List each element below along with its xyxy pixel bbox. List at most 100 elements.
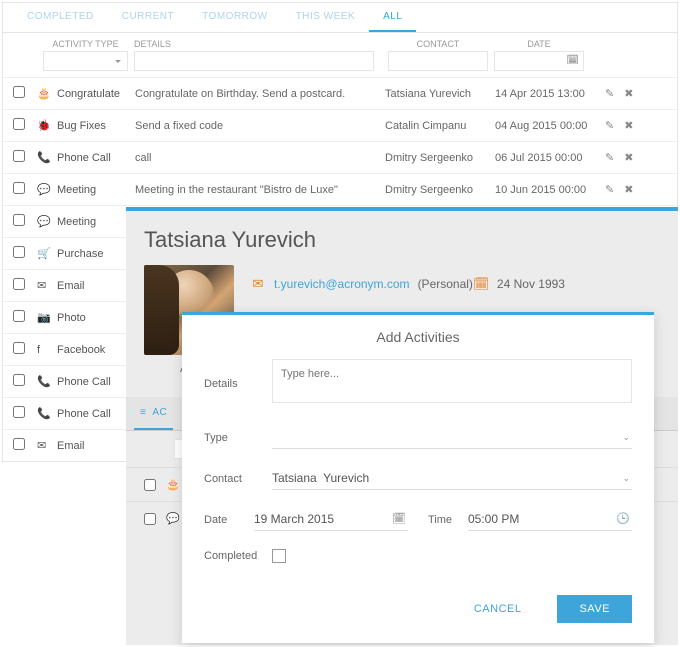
tab-completed[interactable]: COMPLETED [13, 3, 108, 32]
row-date: 04 Aug 2015 00:00 [495, 120, 605, 132]
table-row: 🐞Bug FixesSend a fixed codeCatalin Cimpa… [3, 109, 677, 141]
edit-icon[interactable]: ✎ [605, 119, 614, 132]
subtab-activities[interactable]: ≡ AC [134, 397, 173, 430]
filter-label-type: ACTIVITY TYPE [43, 39, 128, 49]
row-checkbox[interactable] [13, 118, 25, 130]
contact-select[interactable] [272, 467, 632, 490]
contact-email-link[interactable]: t.yurevich@acronym.com [274, 277, 410, 291]
modal-title: Add Activities [182, 315, 654, 359]
row-type: Phone Call [57, 152, 135, 164]
label-details: Details [204, 378, 272, 390]
row-type: Phone Call [57, 408, 135, 420]
row-details: Send a fixed code [135, 120, 385, 132]
tab-thisweek[interactable]: THIS WEEK [282, 3, 370, 32]
filter-input-date[interactable]: 🗓 [494, 51, 584, 71]
calendar-icon[interactable]: 🗓 [392, 512, 406, 525]
cancel-button[interactable]: CANCEL [452, 595, 544, 623]
details-textarea[interactable] [272, 359, 632, 403]
chat-icon: 💬 [37, 183, 57, 196]
row-checkbox[interactable] [13, 438, 25, 450]
phone-icon: 📞 [37, 375, 57, 388]
row-contact: Dmitry Sergeenko [385, 184, 495, 196]
row-checkbox[interactable] [13, 310, 25, 322]
facebook-icon: f [37, 344, 57, 356]
clock-icon[interactable]: 🕒 [616, 512, 630, 525]
email-type: (Personal) [418, 277, 473, 291]
filter-input-type[interactable] [43, 51, 128, 71]
row-type: Facebook [57, 344, 135, 356]
edit-icon[interactable]: ✎ [605, 87, 614, 100]
row-type: Phone Call [57, 376, 135, 388]
row-checkbox[interactable] [13, 182, 25, 194]
row-checkbox[interactable] [144, 513, 156, 525]
row-contact: Catalin Cimpanu [385, 120, 495, 132]
filter-label-details: DETAILS [134, 39, 374, 49]
row-date: 06 Jul 2015 00:00 [495, 152, 605, 164]
row-type: Email [57, 280, 135, 292]
row-checkbox[interactable] [13, 246, 25, 258]
row-details: call [135, 152, 385, 164]
row-details: Meeting in the restaurant "Bistro de Lux… [135, 184, 385, 196]
contact-email: ✉ t.yurevich@acronym.com (Personal) [250, 265, 473, 304]
birthday-value: 24 Nov 1993 [497, 277, 565, 291]
table-row: 📞Phone CallcallDmitry Sergeenko06 Jul 20… [3, 141, 677, 173]
row-date: 14 Apr 2015 13:00 [495, 88, 605, 100]
table-row: 🎂CongratulateCongratulate on Birthday. S… [3, 77, 677, 109]
row-checkbox[interactable] [13, 214, 25, 226]
chat-icon: 💬 [166, 512, 180, 525]
delete-icon[interactable]: ✖ [624, 183, 633, 196]
row-type: Congratulate [57, 88, 135, 100]
delete-icon[interactable]: ✖ [624, 87, 633, 100]
delete-icon[interactable]: ✖ [624, 119, 633, 132]
phone-icon: 📞 [37, 151, 57, 164]
row-details: Congratulate on Birthday. Send a postcar… [135, 88, 385, 100]
tab-current[interactable]: CURRENT [108, 3, 188, 32]
row-checkbox[interactable] [144, 479, 156, 491]
table-row: 💬MeetingMeeting in the restaurant "Bistr… [3, 173, 677, 205]
time-input[interactable] [468, 508, 632, 531]
row-checkbox[interactable] [13, 86, 25, 98]
filter-input-contact[interactable] [388, 51, 488, 71]
date-input[interactable] [254, 508, 408, 531]
label-contact: Contact [204, 473, 272, 485]
row-type: Photo [57, 312, 135, 324]
label-completed: Completed [204, 550, 272, 562]
chat-icon: 💬 [37, 215, 57, 228]
mail-icon: ✉ [250, 276, 266, 292]
save-button[interactable]: SAVE [557, 595, 632, 623]
tab-all[interactable]: ALL [369, 3, 416, 32]
filter-input-details[interactable] [134, 51, 374, 71]
completed-checkbox[interactable] [272, 549, 286, 563]
label-date: Date [204, 514, 254, 526]
chevron-down-icon: ⌄ [622, 473, 630, 484]
mail-icon: ✉ [37, 279, 57, 292]
row-contact: Tatsiana Yurevich [385, 88, 495, 100]
row-type: Meeting [57, 184, 135, 196]
delete-icon[interactable]: ✖ [624, 151, 633, 164]
tab-tomorrow[interactable]: TOMORROW [188, 3, 281, 32]
contact-birthday: 🗓 24 Nov 1993 [473, 265, 660, 304]
row-checkbox[interactable] [13, 406, 25, 418]
label-type: Type [204, 432, 272, 444]
cart-icon: 🛒 [37, 247, 57, 260]
filter-label-contact: CONTACT [388, 39, 488, 49]
row-checkbox[interactable] [13, 278, 25, 290]
edit-icon[interactable]: ✎ [605, 151, 614, 164]
type-select[interactable] [272, 426, 632, 449]
row-checkbox[interactable] [13, 374, 25, 386]
calendar-icon: 🗓 [566, 55, 579, 66]
phone-icon: 📞 [37, 407, 57, 420]
birthday-icon: 🎂 [37, 87, 57, 100]
edit-icon[interactable]: ✎ [605, 183, 614, 196]
row-checkbox[interactable] [13, 150, 25, 162]
row-contact: Dmitry Sergeenko [385, 152, 495, 164]
filter-label-date: DATE [494, 39, 584, 49]
subtab-label: AC [152, 407, 167, 418]
camera-icon: 📷 [37, 311, 57, 324]
bug-icon: 🐞 [37, 119, 57, 132]
birthday-icon: 🎂 [166, 478, 180, 491]
contact-name: Tatsiana Yurevich [144, 227, 660, 253]
mail-icon: ✉ [37, 439, 57, 452]
row-checkbox[interactable] [13, 342, 25, 354]
tabs-bar: COMPLETED CURRENT TOMORROW THIS WEEK ALL [3, 3, 677, 33]
